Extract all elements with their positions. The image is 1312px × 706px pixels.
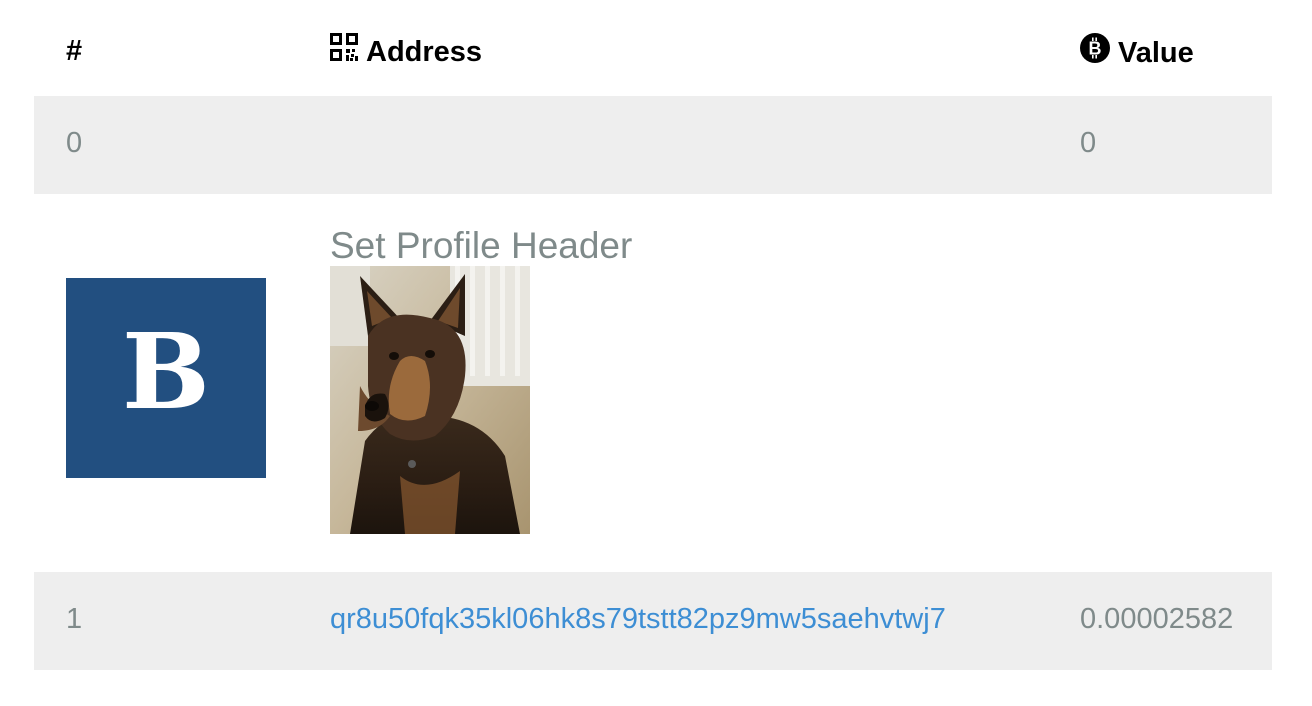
op-return-title: Set Profile Header xyxy=(330,225,633,266)
column-header-address: Address xyxy=(330,33,482,70)
row-index: 1 xyxy=(66,603,83,635)
row-index: 0 xyxy=(66,127,83,159)
table-row: 1 qr8u50fqk35kl06hk8s79tstt82pz9mw5saehv… xyxy=(34,572,1272,670)
value-header-label: Value xyxy=(1118,36,1194,69)
table-header: # Address B Value xyxy=(34,0,1272,96)
address-header-label: Address xyxy=(366,35,483,68)
index-header-label: # xyxy=(66,35,83,67)
bitcoin-icon: B xyxy=(1080,33,1110,72)
column-header-value: B Value xyxy=(1080,33,1194,72)
row-address: qr8u50fqk35kl06hk8s79tstt82pz9mw5saehvtw… xyxy=(330,601,946,637)
row-value: 0 xyxy=(1080,127,1097,159)
qr-code-icon xyxy=(330,33,358,70)
address-link[interactable]: qr8u50fqk35kl06hk8s79tstt82pz9mw5saehvtw… xyxy=(330,603,946,635)
memo-logo: B xyxy=(66,278,266,478)
logo-letter: B xyxy=(122,328,210,428)
profile-header-image xyxy=(330,266,530,534)
op-return-row: B Set Profile Header xyxy=(34,194,1272,572)
outputs-table: # Address B Value 0 0 B Set Profile Head… xyxy=(34,0,1272,670)
column-header-index: # xyxy=(66,33,82,69)
svg-text:B: B xyxy=(1089,39,1102,59)
table-row: 0 0 xyxy=(34,96,1272,194)
row-value: 0.00002582 xyxy=(1080,603,1234,635)
